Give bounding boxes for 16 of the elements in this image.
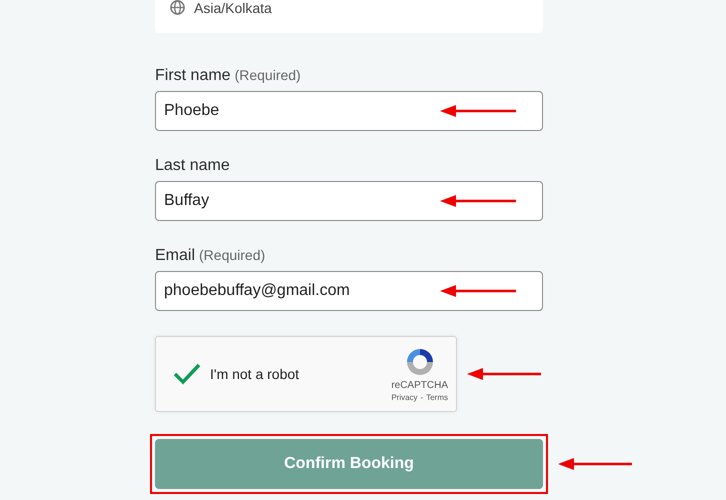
terms-link[interactable]: Terms (426, 393, 448, 402)
input-field[interactable]: Buffay (155, 181, 543, 221)
required-note: (Required) (234, 67, 301, 83)
checkmark-icon[interactable] (172, 362, 202, 386)
privacy-link[interactable]: Privacy (391, 393, 418, 402)
captcha-label: I'm not a robot (210, 366, 300, 382)
input-field[interactable]: phoebebuffay@gmail.com (155, 271, 543, 311)
required-note: (Required) (199, 247, 266, 263)
field-label: Email (155, 247, 196, 265)
field-label: Last name (155, 157, 230, 175)
recaptcha-brand: reCAPTCHA (391, 380, 448, 391)
input-field[interactable]: Phoebe (155, 91, 543, 131)
globe-icon (170, 0, 185, 15)
field-label: First name (155, 67, 231, 85)
timezone-text: Asia/Kolkata (194, 0, 272, 14)
separator-text: - (420, 393, 424, 402)
